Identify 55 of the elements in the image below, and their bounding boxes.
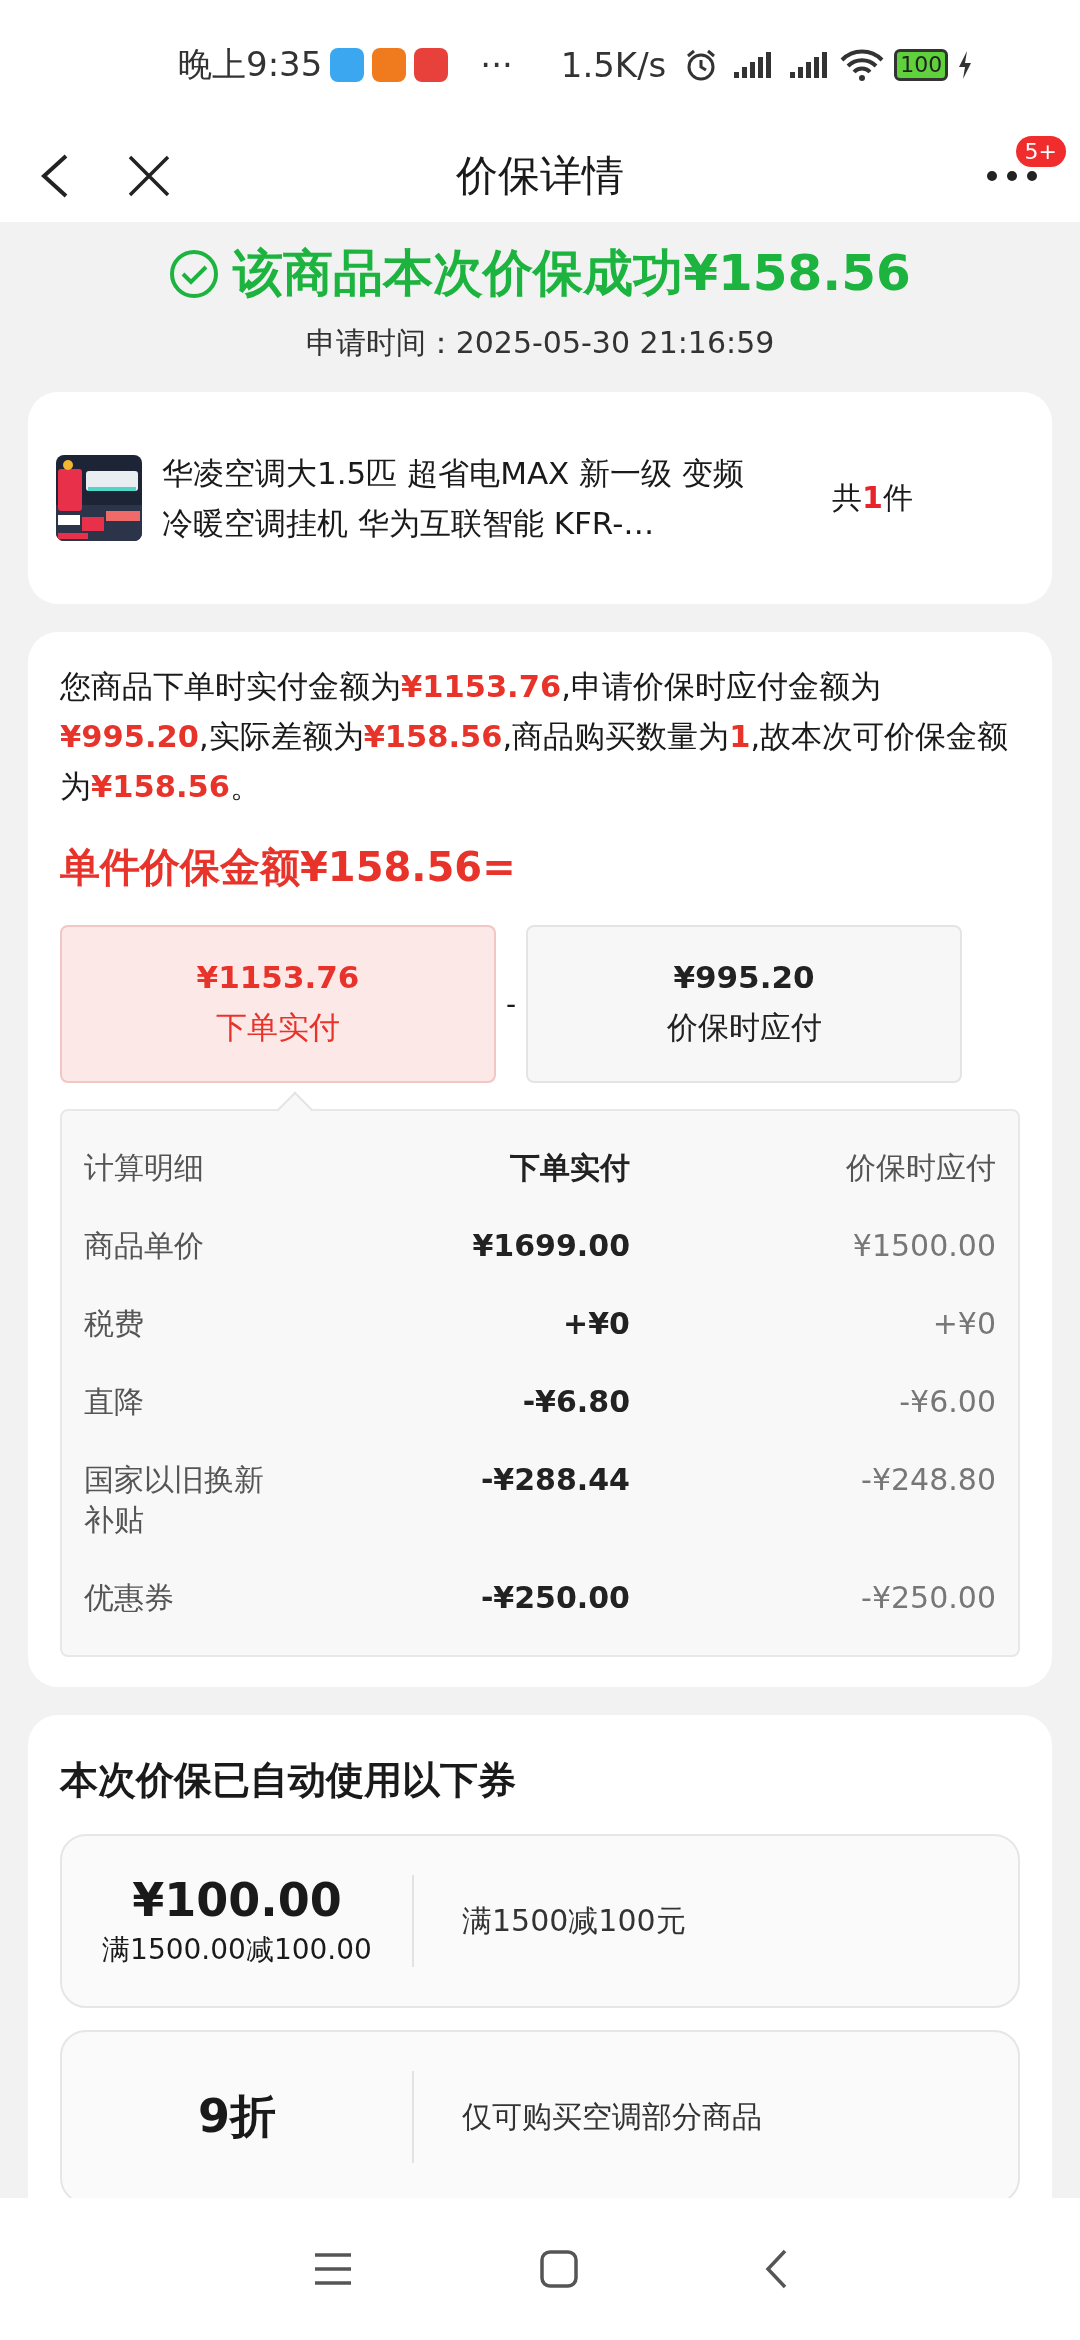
coupon-amount: 9折 <box>198 2088 276 2145</box>
more-button[interactable] <box>986 170 1038 182</box>
coupon-description: 仅可购买空调部分商品 <box>462 2097 762 2136</box>
network-speed: 1.5K/s <box>560 45 667 85</box>
table-cell-text: -¥250.00 <box>479 1579 630 1617</box>
coupon-condition: 满1500.00减100.00 <box>102 1932 372 1968</box>
table-cell-text: ¥1699.00 <box>471 1227 630 1265</box>
coupon-card[interactable]: 9折 仅可购买空调部分商品 <box>60 2030 1020 2198</box>
coupon-amount: ¥100.00 <box>132 1873 342 1927</box>
page-title: 价保详情 <box>456 150 624 202</box>
coupon-description: 满1500减100元 <box>462 1901 686 1940</box>
success-headline: 该商品本次价保成功¥158.56 <box>233 243 911 304</box>
back-button[interactable] <box>764 2249 787 2289</box>
close-button[interactable] <box>128 155 170 197</box>
wifi-icon <box>840 48 885 82</box>
product-title: 华凌空调大1.5匹 超省电MAX 新一级 变频 <box>162 454 746 493</box>
amount-tab[interactable]: ¥1153.76 下单实付 <box>60 925 496 1083</box>
table-cell-text: +¥0 <box>562 1305 630 1343</box>
back-button[interactable] <box>40 154 70 198</box>
product-title: 冷暖空调挂机 华为互联智能 KFR-… <box>162 504 656 543</box>
row-label: 直降 <box>84 1383 145 1421</box>
notification-badge: 5+ <box>1015 136 1066 167</box>
row-label: 优惠券 <box>84 1579 175 1617</box>
success-check-icon <box>169 248 220 299</box>
table-cell-text: -¥250.00 <box>860 1579 996 1617</box>
coupon-card[interactable]: ¥100.00 满1500.00减100.00 满1500减100元 <box>60 1834 1020 2008</box>
row-label: 商品单价 <box>84 1227 205 1265</box>
explanation-text: 您商品下单时实付金额为¥1153.76,申请价保时应付金额为¥995.20,实际差额为¥158.56,商品购买数量为1,故本次可价保金额为¥158.56。 <box>60 668 1010 806</box>
table-cell-text: -¥248.80 <box>860 1461 996 1499</box>
column-header: 下单实付 <box>509 1149 630 1187</box>
status-time: 晚上9:35 <box>178 43 323 86</box>
table-cell-text: -¥6.00 <box>898 1383 996 1421</box>
app-icon <box>372 48 407 82</box>
charging-icon <box>958 51 973 79</box>
app-icon <box>414 48 449 82</box>
table-cell-text: +¥0 <box>931 1305 996 1343</box>
column-header: 计算明细 <box>84 1149 205 1187</box>
app-icon <box>330 48 365 82</box>
column-header: 价保时应付 <box>845 1149 996 1187</box>
row-label: 税费 <box>84 1305 145 1343</box>
row-label: 国家以旧换新补贴 <box>84 1461 264 1539</box>
menu-button[interactable] <box>313 2252 354 2286</box>
table-cell-text: ¥1500.00 <box>851 1227 996 1265</box>
home-button[interactable] <box>540 2250 578 2288</box>
battery-level: 100 <box>894 49 949 81</box>
coupons-title: 本次价保已自动使用以下券 <box>60 1757 517 1804</box>
more-notifications: ··· <box>480 45 513 85</box>
minus-sign: - <box>504 987 518 1021</box>
table-cell-text: -¥6.80 <box>521 1383 630 1421</box>
product-card[interactable]: 华凌空调大1.5匹 超省电MAX 新一级 变频 冷暖空调挂机 华为互联智能 KFR-… 共1件 <box>28 392 1052 604</box>
apply-time: 申请时间：2025-05-30 21:16:59 <box>305 324 775 362</box>
amount-tab[interactable]: ¥995.20 价保时应付 <box>526 925 962 1083</box>
table-cell-text: -¥288.44 <box>479 1461 630 1499</box>
quantity-label: 共1件 <box>832 478 913 517</box>
formula-title: 单件价保金额¥158.56= <box>60 843 517 892</box>
